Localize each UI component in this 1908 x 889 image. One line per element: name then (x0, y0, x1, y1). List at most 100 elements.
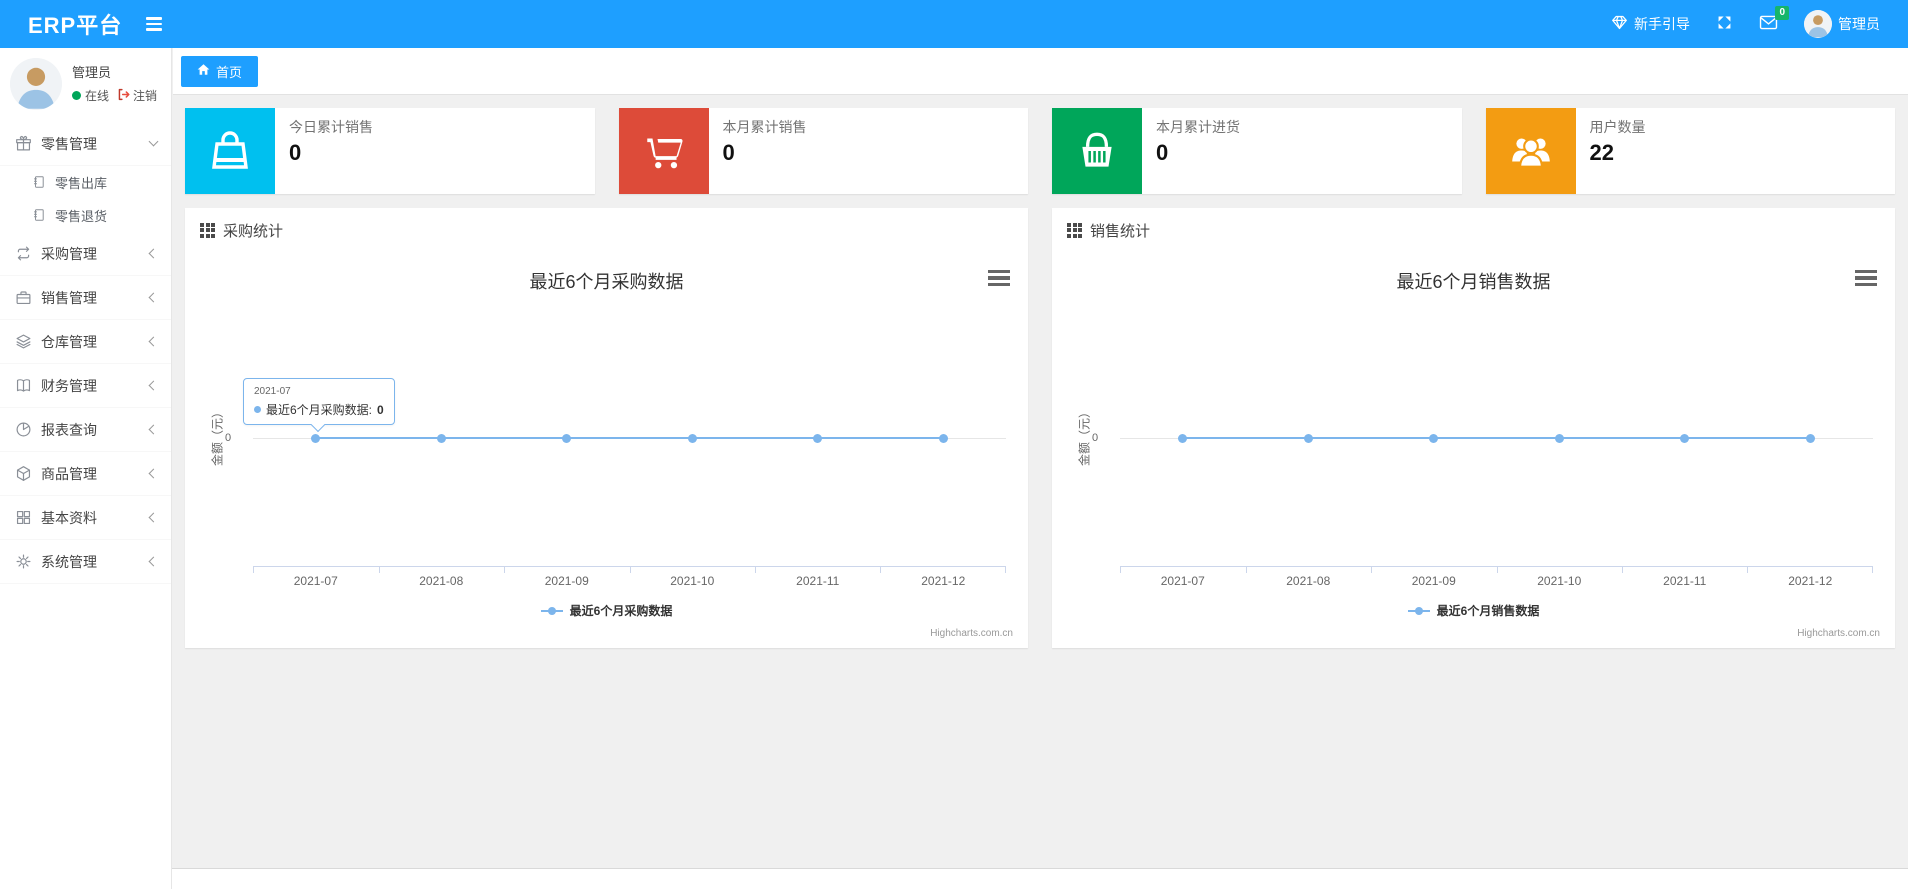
fullscreen-icon (1716, 14, 1733, 34)
sidebar-username: 管理员 (72, 65, 112, 80)
stat-cards-row: 今日累计销售 0 本月累计销售 0 本月累计进货 0 用户数量 22 (185, 108, 1895, 194)
data-point-2021-12[interactable] (1805, 434, 1815, 443)
logout-link[interactable]: 注销 (117, 87, 157, 104)
sidebar-menu: 零售管理 零售出库 零售退货 采购管理 销售管理 仓库管理 财务管理 报表查询 … (0, 122, 171, 584)
stat-value: 0 (289, 140, 302, 165)
legend-marker-icon (540, 606, 563, 615)
series-line (315, 437, 944, 439)
purchase-stats-panel: 采购统计 最近6个月采购数据 金额（元） 0 2021-07 2021-08 202… (185, 208, 1028, 648)
chevron-left-icon (148, 292, 159, 303)
shopping-cart-icon (618, 108, 709, 194)
user-menu[interactable]: 管理员 (1804, 10, 1880, 38)
stat-label: 用户数量 (1589, 119, 1646, 135)
sidebar-toggle-button[interactable] (140, 11, 168, 37)
page-footer (172, 868, 1908, 889)
data-point-2021-10[interactable] (687, 434, 697, 443)
layers-icon (14, 333, 32, 351)
briefcase-icon (14, 289, 32, 307)
sidebar-item-goods[interactable]: 商品管理 (0, 452, 171, 496)
online-status-dot (72, 91, 81, 100)
journal-icon (32, 208, 47, 223)
messages-button[interactable]: 0 (1759, 6, 1789, 33)
y-axis-label: 金额（元） (1077, 405, 1092, 466)
chevron-left-icon (148, 336, 159, 347)
users-icon (1485, 108, 1576, 194)
sidebar-subitem-retail-return[interactable]: 零售退货 (0, 199, 171, 232)
sidebar-item-basic-data[interactable]: 基本资料 (0, 496, 171, 540)
top-navbar: ERP平台 新手引导 0 管理员 (0, 0, 1908, 48)
sidebar-item-reports[interactable]: 报表查询 (0, 408, 171, 452)
data-point-2021-12[interactable] (938, 434, 948, 443)
x-axis-labels: 2021-07 2021-08 2021-09 2021-10 2021-11 2021-… (1160, 574, 1833, 588)
navbar-avatar (1804, 10, 1832, 38)
highcharts-credits-link[interactable]: Highcharts.com.cn (1797, 628, 1880, 639)
tooltip-value: 0 (377, 402, 384, 417)
x-axis-labels: 2021-07 2021-08 2021-09 2021-10 2021-11 2021-… (293, 574, 966, 588)
sidebar-item-warehouse[interactable]: 仓库管理 (0, 320, 171, 364)
sidebar-item-sales[interactable]: 销售管理 (0, 276, 171, 320)
sidebar-item-retail[interactable]: 零售管理 (0, 122, 171, 166)
gear-icon (14, 553, 32, 571)
sidebar-item-purchase[interactable]: 采购管理 (0, 232, 171, 276)
stat-label: 本月累计进货 (1156, 119, 1240, 135)
sidebar-item-finance[interactable]: 财务管理 (0, 364, 171, 408)
chevron-left-icon (148, 556, 159, 567)
data-point-2021-07[interactable] (311, 434, 321, 443)
stat-card-today-sales: 今日累计销售 0 (185, 108, 595, 194)
sidebar-item-system[interactable]: 系统管理 (0, 540, 171, 584)
tab-bar: 首页 (173, 48, 1908, 95)
sidebar-subitem-retail-outbound[interactable]: 零售出库 (0, 166, 171, 199)
chart-legend-item[interactable]: 最近6个月采购数据 (185, 602, 1028, 619)
chart-plot-area: 2021-07 2021-08 2021-09 2021-10 2021-11 2021-… (253, 208, 1006, 648)
chevron-left-icon (148, 424, 159, 435)
chevron-down-icon (148, 136, 159, 147)
cube-icon (14, 465, 32, 483)
data-point-2021-11[interactable] (1680, 434, 1690, 443)
data-point-2021-09[interactable] (1429, 434, 1439, 443)
sidebar-avatar (10, 58, 62, 110)
navbar-right: 新手引导 0 管理员 (1611, 6, 1908, 38)
app-logo[interactable]: ERP平台 (0, 8, 140, 40)
grid-icon (14, 509, 32, 527)
chart-tooltip: 2021-07 最近6个月采购数据: 0 (243, 378, 395, 433)
sales-stats-panel: 销售统计 最近6个月销售数据 金额（元） 0 2021-07 2021-08 202… (1052, 208, 1895, 648)
data-point-2021-11[interactable] (813, 434, 823, 443)
stat-card-user-count: 用户数量 22 (1485, 108, 1895, 194)
sidebar-user-panel: 管理员 在线 注销 (0, 48, 171, 118)
fullscreen-button[interactable] (1716, 14, 1733, 34)
guide-button[interactable]: 新手引导 (1611, 14, 1690, 34)
y-axis-tick: 0 (1092, 432, 1099, 444)
y-axis-tick: 0 (225, 432, 232, 444)
book-icon (14, 377, 32, 395)
chevron-left-icon (148, 468, 159, 479)
highcharts-credits-link[interactable]: Highcharts.com.cn (930, 628, 1013, 639)
gift-icon (14, 135, 32, 153)
tooltip-header: 2021-07 (254, 386, 291, 397)
tab-home[interactable]: 首页 (181, 55, 259, 87)
data-point-2021-09[interactable] (562, 434, 572, 443)
chevron-left-icon (148, 248, 159, 259)
shopping-basket-icon (1052, 108, 1142, 194)
chevron-left-icon (148, 512, 159, 523)
journal-icon (32, 175, 47, 190)
stat-card-month-purchase: 本月累计进货 0 (1052, 108, 1462, 194)
charts-row: 采购统计 最近6个月采购数据 金额（元） 0 2021-07 2021-08 202… (185, 208, 1895, 648)
data-point-2021-08[interactable] (436, 434, 446, 443)
stat-card-month-sales: 本月累计销售 0 (618, 108, 1028, 194)
chevron-left-icon (148, 380, 159, 391)
stat-value: 0 (1156, 140, 1169, 165)
chart-plot-area: 2021-07 2021-08 2021-09 2021-10 2021-11 2021-… (1120, 208, 1873, 648)
tooltip-series-dot (254, 406, 261, 413)
stat-value: 0 (722, 140, 735, 165)
logout-icon (117, 88, 130, 104)
data-point-2021-10[interactable] (1554, 434, 1564, 443)
message-count-badge: 0 (1775, 6, 1789, 20)
data-point-2021-08[interactable] (1303, 434, 1313, 443)
data-point-2021-07[interactable] (1178, 434, 1188, 443)
chart-legend-item[interactable]: 最近6个月销售数据 (1052, 602, 1895, 619)
repeat-icon (14, 245, 32, 263)
online-status-label: 在线 (85, 89, 110, 103)
pie-chart-icon (14, 421, 32, 439)
navbar-username: 管理员 (1838, 16, 1880, 32)
stat-label: 本月累计销售 (722, 119, 807, 135)
